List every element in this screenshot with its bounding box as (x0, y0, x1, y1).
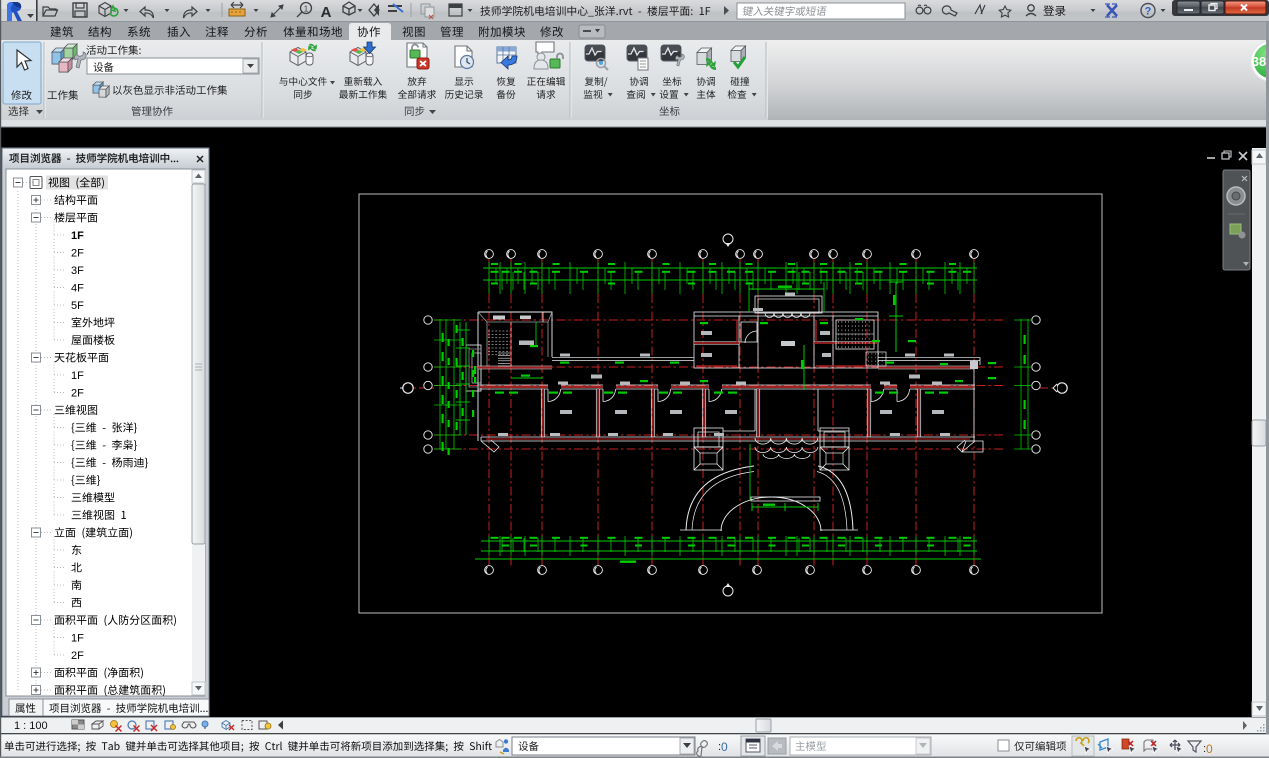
svg-text:1 : 100: 1 : 100 (14, 720, 48, 732)
svg-text:2F: 2F (71, 248, 84, 260)
svg-text:?: ? (1145, 6, 1152, 18)
svg-text:5F: 5F (71, 300, 84, 312)
svg-text:1F: 1F (71, 633, 84, 645)
svg-text:1F: 1F (71, 230, 84, 242)
svg-text:4F: 4F (71, 283, 84, 295)
svg-text:38: 38 (1252, 54, 1266, 69)
svg-text:3F: 3F (71, 265, 84, 277)
svg-text:1F: 1F (71, 370, 84, 382)
svg-text:A: A (321, 4, 332, 21)
svg-text:0: 0 (1206, 742, 1213, 756)
svg-text:2F: 2F (71, 650, 84, 662)
svg-text:0: 0 (721, 740, 728, 754)
svg-text:2F: 2F (71, 388, 84, 400)
svg-text:1: 1 (304, 5, 309, 14)
